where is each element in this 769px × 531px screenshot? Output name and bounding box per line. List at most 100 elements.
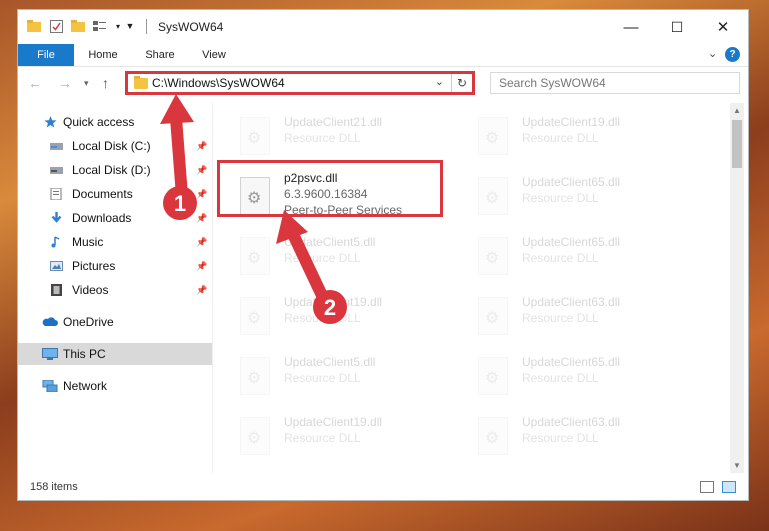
- recent-locations-icon[interactable]: ▾: [84, 78, 89, 89]
- file-tile[interactable]: UpdateClient65.dll Resource DLL: [452, 169, 682, 225]
- tab-share[interactable]: Share: [142, 44, 178, 66]
- large-icons-view-icon[interactable]: [722, 481, 736, 493]
- expand-ribbon-icon[interactable]: ⌄: [708, 47, 717, 60]
- help-icon[interactable]: ?: [725, 47, 740, 62]
- tab-file[interactable]: File: [18, 44, 74, 66]
- search-input[interactable]: Search SysWOW64: [490, 72, 740, 94]
- dll-file-icon: [478, 297, 508, 335]
- dll-file-icon: [478, 177, 508, 215]
- nav-label: Documents: [72, 187, 133, 201]
- dll-file-icon: [240, 237, 270, 275]
- scroll-down-icon[interactable]: ▼: [733, 461, 741, 470]
- file-name: UpdateClient5.dll: [284, 355, 376, 369]
- refresh-icon[interactable]: ↻: [451, 74, 472, 92]
- pin-icon[interactable]: 📌: [196, 231, 207, 253]
- tab-view[interactable]: View: [198, 44, 230, 66]
- file-type: Resource DLL: [522, 431, 599, 445]
- address-row: ← → ▾ ↑ C:\Windows\SysWOW64 ⌄ ↻ Search S…: [18, 67, 748, 101]
- back-arrow-icon[interactable]: ←: [28, 75, 42, 91]
- file-tile[interactable]: UpdateClient65.dll Resource DLL: [452, 349, 682, 405]
- file-list: UpdateClient21.dll Resource DLL p2psvc.d…: [214, 103, 724, 473]
- dll-file-icon: [478, 237, 508, 275]
- film-icon: [51, 284, 62, 296]
- dll-file-icon: [478, 417, 508, 455]
- file-type: Resource DLL: [522, 251, 599, 265]
- nav-item-network[interactable]: Network: [18, 375, 212, 397]
- nav-label: This PC: [63, 347, 106, 361]
- details-view-icon[interactable]: [700, 481, 714, 493]
- file-type: Resource DLL: [284, 131, 361, 145]
- tab-home[interactable]: Home: [84, 44, 122, 66]
- file-type: Resource DLL: [284, 311, 361, 325]
- nav-item-local-disk-c[interactable]: Local Disk (C:) 📌: [18, 135, 212, 157]
- music-note-icon: [51, 236, 60, 248]
- properties-icon[interactable]: [48, 18, 64, 34]
- pin-icon[interactable]: 📌: [196, 255, 207, 277]
- forward-arrow-icon[interactable]: →: [58, 75, 72, 91]
- nav-item-quick-access[interactable]: Quick access: [18, 111, 212, 133]
- file-name: UpdateClient65.dll: [522, 235, 621, 249]
- file-type: Resource DLL: [284, 431, 361, 445]
- file-tile[interactable]: UpdateClient63.dll Resource DLL: [452, 289, 682, 345]
- status-bar: 158 items: [18, 476, 748, 500]
- pin-icon[interactable]: 📌: [196, 279, 207, 301]
- nav-item-local-disk-d[interactable]: Local Disk (D:) 📌: [18, 159, 212, 181]
- vertical-scrollbar[interactable]: ▲ ▼: [730, 103, 744, 473]
- dll-file-icon: [478, 357, 508, 395]
- folder-icon: [26, 18, 42, 34]
- nav-item-downloads[interactable]: Downloads 📌: [18, 207, 212, 229]
- scroll-up-icon[interactable]: ▲: [733, 106, 741, 115]
- file-explorer-window: ▾ ▼ SysWOW64 — ☐ ✕ File Home Share View …: [18, 10, 748, 500]
- file-tile[interactable]: UpdateClient19.dll Resource DLL: [214, 409, 444, 465]
- window-title: SysWOW64: [158, 20, 224, 34]
- nav-item-onedrive[interactable]: OneDrive: [18, 311, 212, 333]
- navigation-pane: Quick access Local Disk (C:) 📌 Local Dis…: [18, 103, 213, 473]
- nav-label: Quick access: [63, 115, 135, 129]
- dll-file-icon: [240, 357, 270, 395]
- new-folder-icon[interactable]: [70, 18, 86, 34]
- minimize-button[interactable]: —: [608, 10, 654, 44]
- pin-icon[interactable]: 📌: [196, 135, 207, 157]
- download-arrow-icon: [51, 212, 62, 223]
- nav-label: Videos: [72, 283, 109, 297]
- file-type: Resource DLL: [522, 191, 599, 205]
- pictures-icon: [50, 261, 63, 271]
- title-bar: ▾ ▼ SysWOW64 — ☐ ✕: [18, 10, 748, 44]
- file-tile[interactable]: UpdateClient5.dll Resource DLL: [214, 349, 444, 405]
- file-tile[interactable]: UpdateClient63.dll Resource DLL: [452, 409, 682, 465]
- item-count: 158 items: [30, 481, 78, 493]
- pin-icon[interactable]: 📌: [196, 183, 207, 205]
- file-tile[interactable]: UpdateClient65.dll Resource DLL: [452, 229, 682, 285]
- nav-item-pictures[interactable]: Pictures 📌: [18, 255, 212, 277]
- file-name: UpdateClient63.dll: [522, 415, 621, 429]
- file-tile[interactable]: UpdateClient5.dll Resource DLL: [214, 229, 444, 285]
- nav-label: Music: [72, 235, 104, 249]
- nav-item-music[interactable]: Music 📌: [18, 231, 212, 253]
- nav-item-videos[interactable]: Videos 📌: [18, 279, 212, 301]
- chevron-down-icon[interactable]: ⌄: [435, 75, 444, 88]
- title-separator: [146, 19, 147, 34]
- pin-icon[interactable]: 📌: [196, 159, 207, 181]
- close-button[interactable]: ✕: [700, 10, 746, 44]
- pin-icon[interactable]: 📌: [196, 207, 207, 229]
- dll-file-icon: [240, 117, 270, 155]
- file-tile[interactable]: UpdateClient19.dll Resource DLL: [214, 289, 444, 345]
- dll-file-icon: [240, 417, 270, 455]
- file-type: Resource DLL: [522, 371, 599, 385]
- address-path[interactable]: C:\Windows\SysWOW64: [152, 76, 285, 90]
- file-name: UpdateClient65.dll: [522, 175, 621, 189]
- maximize-button[interactable]: ☐: [654, 10, 700, 44]
- nav-label: Local Disk (D:): [72, 163, 151, 177]
- nav-item-documents[interactable]: Documents 📌: [18, 183, 212, 205]
- nav-label: Pictures: [72, 259, 116, 273]
- customize-toolbar-icon[interactable]: [92, 18, 108, 34]
- up-arrow-icon[interactable]: ↑: [102, 75, 109, 91]
- chevron-down-icon[interactable]: ▼: [122, 18, 138, 34]
- nav-item-this-pc[interactable]: This PC: [18, 343, 212, 365]
- scrollbar-thumb[interactable]: [732, 120, 742, 168]
- address-bar[interactable]: C:\Windows\SysWOW64 ⌄ ↻: [125, 71, 475, 95]
- file-type: Resource DLL: [284, 251, 361, 265]
- file-tile[interactable]: UpdateClient21.dll Resource DLL: [214, 109, 444, 165]
- file-tile[interactable]: UpdateClient19.dll Resource DLL: [452, 109, 682, 165]
- network-icon: [42, 380, 58, 392]
